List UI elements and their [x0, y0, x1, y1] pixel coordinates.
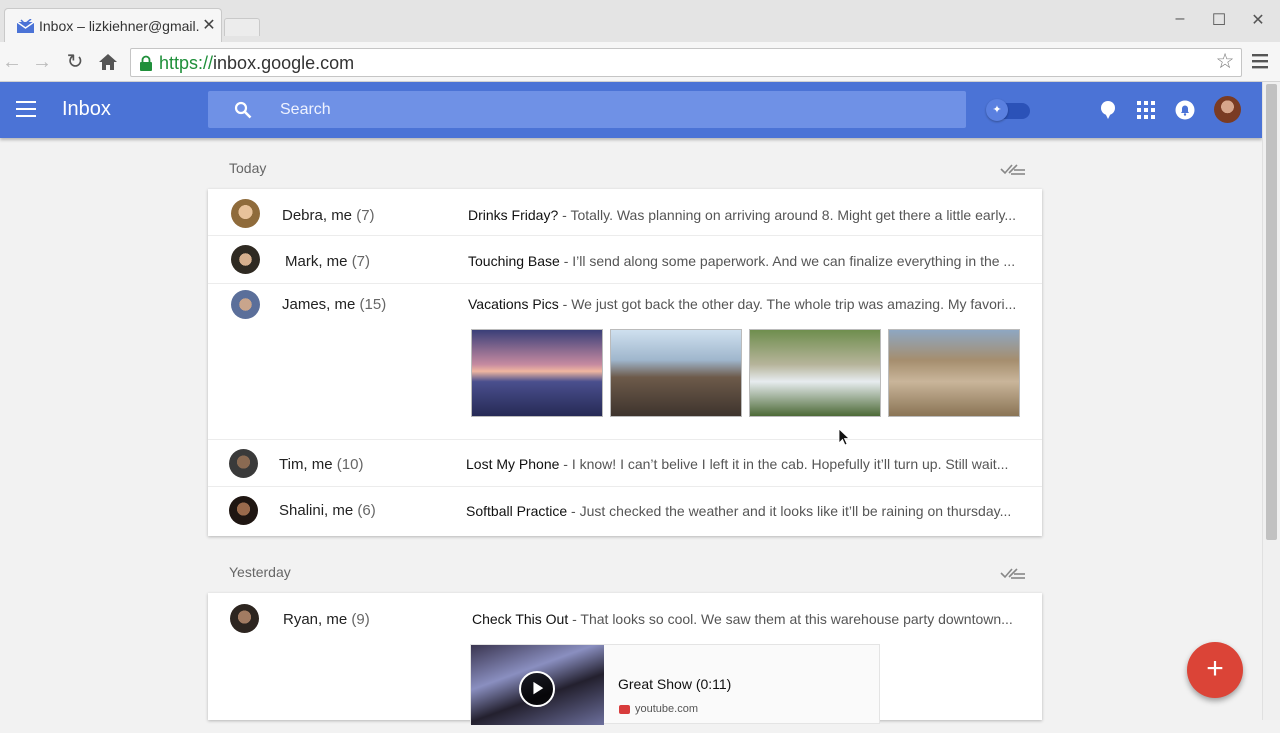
video-source: youtube.com — [635, 703, 698, 715]
mouse-cursor-icon — [838, 428, 850, 446]
pinned-toggle[interactable]: ✦ — [986, 99, 1032, 121]
apps-grid-icon[interactable] — [1136, 100, 1156, 120]
thread-snippet: Vacations Pics - We just got back the ot… — [468, 296, 1017, 312]
sweep-done-icon[interactable] — [1000, 161, 1026, 177]
home-icon[interactable] — [97, 52, 119, 72]
compose-button[interactable]: + — [1187, 642, 1243, 698]
thread-row[interactable]: James, me (15) Vacations Pics - We just … — [208, 284, 1042, 440]
maximize-icon[interactable]: ☐ — [1207, 10, 1231, 32]
thread-sender: Debra, me (7) — [282, 207, 375, 224]
url-text: https://inbox.google.com — [159, 53, 355, 73]
sweep-done-icon[interactable] — [1000, 565, 1026, 581]
thread-row[interactable]: Shalini, me (6) Softball Practice - Just… — [208, 487, 1042, 536]
youtube-icon — [619, 705, 630, 714]
app-header: Inbox Search ✦ — [0, 82, 1262, 138]
page-title: Inbox — [62, 98, 111, 120]
photo-thumbnail[interactable] — [471, 329, 603, 417]
thread-snippet: Softball Practice - Just checked the wea… — [466, 503, 1012, 519]
reload-icon[interactable]: ↻ — [63, 50, 87, 74]
thread-row[interactable]: Tim, me (10) Lost My Phone - I know! I c… — [208, 440, 1042, 487]
account-avatar[interactable] — [1214, 96, 1241, 123]
photo-thumbnail[interactable] — [749, 329, 881, 417]
forward-arrow-icon[interactable]: → — [30, 50, 54, 74]
thread-sender: Ryan, me (9) — [283, 611, 370, 628]
page-scrollbar[interactable] — [1262, 82, 1280, 720]
scrollbar-thumb[interactable] — [1266, 84, 1277, 540]
avatar — [231, 245, 260, 274]
tab-title: Inbox – lizkiehner@gmail.com — [39, 18, 199, 34]
video-attachment[interactable]: Great Show (0:11) youtube.com — [470, 644, 880, 725]
thread-snippet: Touching Base - I’ll send along some pap… — [468, 253, 1016, 269]
section-label-today: Today — [229, 160, 267, 176]
thread-sender: James, me (15) — [282, 296, 387, 313]
photo-thumbnail[interactable] — [610, 329, 742, 417]
search-icon — [234, 101, 252, 119]
new-tab-button[interactable] — [224, 18, 260, 36]
bookmark-star-icon[interactable]: ☆ — [1213, 51, 1237, 75]
thread-row[interactable]: Mark, me (7) Touching Base - I’ll send a… — [208, 236, 1042, 284]
browser-toolbar: ← → ↻ https://inbox.google.com ☆ — [0, 42, 1280, 82]
photo-thumbnail[interactable] — [888, 329, 1020, 417]
thread-snippet: Lost My Phone - I know! I can’t belive I… — [466, 456, 1009, 472]
thread-row[interactable]: Debra, me (7) Drinks Friday? - Totally. … — [208, 189, 1042, 236]
avatar — [231, 199, 260, 228]
back-arrow-icon[interactable]: ← — [0, 50, 24, 74]
thread-sender: Tim, me (10) — [279, 456, 364, 473]
close-window-icon[interactable]: ✕ — [1246, 10, 1270, 32]
thread-row[interactable]: Ryan, me (9) Check This Out - That looks… — [208, 593, 1042, 733]
address-bar[interactable]: https://inbox.google.com ☆ — [130, 48, 1242, 77]
thread-sender: Shalini, me (6) — [279, 502, 376, 519]
video-thumbnail[interactable] — [471, 645, 604, 725]
thread-sender: Mark, me (7) — [285, 253, 371, 270]
play-icon[interactable] — [519, 671, 555, 707]
browser-tab-inbox[interactable]: Inbox – lizkiehner@gmail.com ✕ — [4, 8, 222, 42]
search-placeholder: Search — [280, 101, 331, 118]
search-input[interactable]: Search — [208, 91, 966, 128]
inbox-favicon-icon — [17, 19, 34, 33]
avatar — [231, 290, 260, 319]
minimize-icon[interactable]: – — [1168, 10, 1192, 32]
lock-icon — [140, 55, 152, 71]
pin-icon: ✦ — [986, 99, 1008, 121]
thread-snippet: Check This Out - That looks so cool. We … — [472, 611, 1013, 627]
thread-snippet: Drinks Friday? - Totally. Was planning o… — [468, 207, 1017, 223]
main-menu-icon[interactable] — [16, 101, 36, 117]
bundle-card-yesterday: Ryan, me (9) Check This Out - That looks… — [208, 593, 1042, 725]
tab-close-icon[interactable]: ✕ — [201, 15, 217, 35]
reminder-bulb-icon[interactable] — [1098, 100, 1118, 120]
avatar — [229, 496, 258, 525]
bundle-card-today: Debra, me (7) Drinks Friday? - Totally. … — [208, 189, 1042, 536]
avatar — [229, 449, 258, 478]
browser-tab-strip: Inbox – lizkiehner@gmail.com ✕ – ☐ ✕ — [0, 0, 1280, 42]
browser-menu-icon[interactable] — [1250, 50, 1270, 72]
section-label-yesterday: Yesterday — [229, 564, 291, 580]
avatar — [230, 604, 259, 633]
video-title: Great Show (0:11) — [618, 676, 732, 692]
notifications-bell-icon[interactable] — [1175, 100, 1195, 120]
